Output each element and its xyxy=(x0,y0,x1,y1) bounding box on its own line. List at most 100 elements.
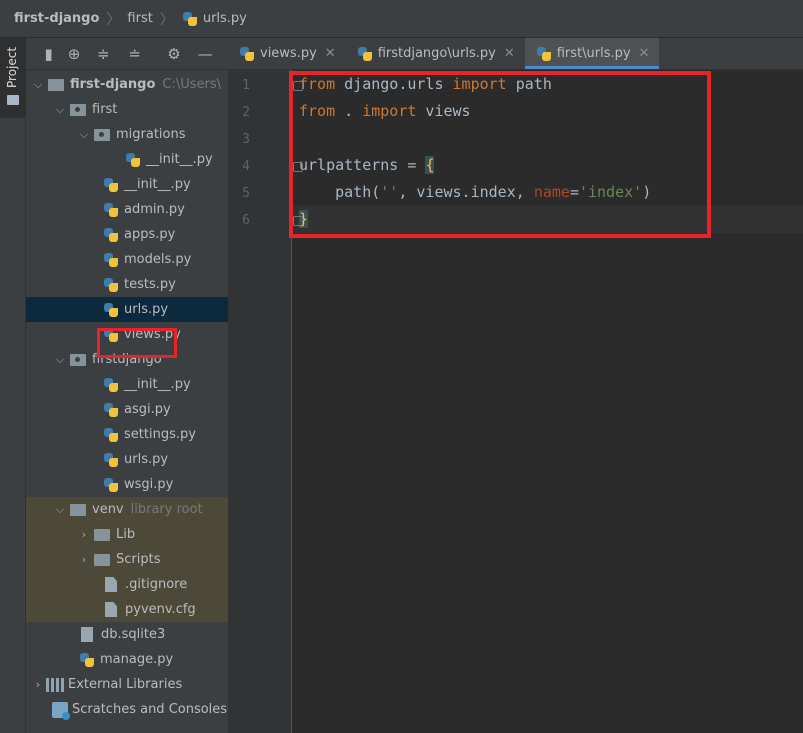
chevron-down-icon[interactable]: ⌵ xyxy=(76,128,92,142)
tree-file[interactable]: db.sqlite3 xyxy=(26,622,228,647)
locate-icon[interactable]: ⊕ xyxy=(65,44,82,64)
tab-firstdjango-urls[interactable]: firstdjango\urls.py ✕ xyxy=(346,38,525,69)
chevron-right-icon[interactable]: › xyxy=(76,553,92,566)
python-file-icon xyxy=(104,377,118,392)
folder-icon xyxy=(7,95,19,105)
tree-file[interactable]: __init__.py xyxy=(26,372,228,397)
breadcrumb-project[interactable]: first-django xyxy=(14,11,99,26)
tree-file[interactable]: urls.py xyxy=(26,447,228,472)
tree-item-label: Lib xyxy=(116,527,136,542)
project-tree: ⌵ first-django C:\Users\ ⌵ first ⌵ migra… xyxy=(26,70,228,722)
close-icon[interactable]: ✕ xyxy=(639,46,650,61)
chevron-right-icon[interactable]: › xyxy=(76,528,92,541)
tree-folder-first[interactable]: ⌵ first xyxy=(26,97,228,122)
line-number: 4 xyxy=(242,159,250,174)
tree-external-libraries[interactable]: › External Libraries xyxy=(26,672,228,697)
tree-file[interactable]: __init__.py xyxy=(26,147,228,172)
tree-folder-scripts[interactable]: › Scripts xyxy=(26,547,228,572)
tree-file[interactable]: pyvenv.cfg xyxy=(26,597,228,622)
chevron-down-icon[interactable]: ⌵ xyxy=(30,78,46,92)
code-editor[interactable]: from django.urls import path from . impo… xyxy=(292,70,803,733)
tree-file[interactable]: settings.py xyxy=(26,422,228,447)
tree-folder-migrations[interactable]: ⌵ migrations xyxy=(26,122,228,147)
expand-all-icon[interactable]: ≑ xyxy=(95,44,112,64)
tree-item-label: admin.py xyxy=(124,202,185,217)
tree-folder-firstdjango[interactable]: ⌵ firstdjango xyxy=(26,347,228,372)
package-folder-icon xyxy=(94,128,110,141)
fold-icon[interactable] xyxy=(293,162,303,172)
tab-first-urls[interactable]: first\urls.py ✕ xyxy=(524,38,660,69)
tree-root-path: C:\Users\ xyxy=(162,77,222,92)
ignore-file-icon xyxy=(105,577,117,592)
breadcrumb-file[interactable]: urls.py xyxy=(203,11,247,26)
code-line-4: urlpatterns = { xyxy=(293,156,435,174)
project-panel: ▮ ⊕ ≑ ≐ ⚙ — ⌵ first-django C:\Users\ ⌵ f… xyxy=(26,38,228,733)
gear-icon[interactable]: ⚙ xyxy=(165,44,182,64)
chevron-right-icon: 〉 xyxy=(106,11,121,28)
line-number: 1 xyxy=(242,78,250,93)
tree-item-label: .gitignore xyxy=(125,577,188,592)
tree-folder-venv[interactable]: ⌵ venv library root xyxy=(26,497,228,522)
breadcrumb-folder[interactable]: first xyxy=(127,11,152,26)
tree-file[interactable]: .gitignore xyxy=(26,572,228,597)
chevron-right-icon: 〉 xyxy=(159,11,174,28)
python-file-icon xyxy=(104,277,118,292)
sidebar-toggle-icon[interactable]: ▮ xyxy=(40,44,57,64)
minimize-icon[interactable]: — xyxy=(197,44,214,64)
tool-window-strip: Project xyxy=(0,38,26,733)
tree-item-label: Scratches and Consoles xyxy=(72,702,228,717)
database-file-icon xyxy=(81,627,93,642)
chevron-down-icon[interactable]: ⌵ xyxy=(52,103,68,117)
python-file-icon xyxy=(104,402,118,417)
tree-item-label: pyvenv.cfg xyxy=(125,602,196,617)
tree-file-selected[interactable]: urls.py xyxy=(26,297,228,322)
python-file-icon xyxy=(104,252,118,267)
tab-label: views.py xyxy=(260,46,317,61)
fold-icon[interactable] xyxy=(293,216,303,226)
project-tool-tab[interactable]: Project xyxy=(0,38,26,118)
config-file-icon xyxy=(105,602,117,617)
library-icon xyxy=(46,677,64,692)
close-icon[interactable]: ✕ xyxy=(504,46,515,61)
tree-item-label: __init__.py xyxy=(124,177,191,192)
line-number-gutter[interactable]: 1 2 3 4 5 6 xyxy=(228,70,292,733)
chevron-down-icon[interactable]: ⌵ xyxy=(52,353,68,367)
tab-label: firstdjango\urls.py xyxy=(377,46,496,61)
scratches-icon xyxy=(52,701,70,720)
close-icon[interactable]: ✕ xyxy=(325,46,336,61)
tree-scratches[interactable]: Scratches and Consoles xyxy=(26,697,228,722)
tree-item-label: apps.py xyxy=(124,227,176,242)
tree-file[interactable]: tests.py xyxy=(26,272,228,297)
tree-root[interactable]: ⌵ first-django C:\Users\ xyxy=(26,72,228,97)
tree-file[interactable]: manage.py xyxy=(26,647,228,672)
tree-file[interactable]: asgi.py xyxy=(26,397,228,422)
chevron-right-icon[interactable]: › xyxy=(30,678,46,691)
tree-file[interactable]: views.py xyxy=(26,322,228,347)
line-number: 3 xyxy=(242,132,250,147)
python-file-icon xyxy=(104,452,118,467)
line-number: 6 xyxy=(242,213,250,228)
tree-item-label: first xyxy=(92,102,118,117)
tab-views[interactable]: views.py ✕ xyxy=(228,38,346,69)
library-root-hint: library root xyxy=(130,502,203,517)
tree-file[interactable]: models.py xyxy=(26,247,228,272)
tree-item-label: tests.py xyxy=(124,277,176,292)
tree-item-label: asgi.py xyxy=(124,402,171,417)
tree-folder-lib[interactable]: › Lib xyxy=(26,522,228,547)
fold-icon[interactable] xyxy=(293,81,303,91)
collapse-all-icon[interactable]: ≐ xyxy=(126,44,143,64)
python-file-icon xyxy=(126,152,140,167)
tree-item-label: views.py xyxy=(124,327,181,342)
tree-item-label: urls.py xyxy=(124,452,169,467)
tree-item-label: External Libraries xyxy=(68,677,183,692)
python-file-icon xyxy=(240,46,254,61)
tree-file[interactable]: __init__.py xyxy=(26,172,228,197)
project-folder-icon xyxy=(48,78,64,91)
python-file-icon xyxy=(104,177,118,192)
folder-icon xyxy=(70,503,86,516)
tree-file[interactable]: apps.py xyxy=(26,222,228,247)
tree-item-label: firstdjango xyxy=(92,352,162,367)
chevron-down-icon[interactable]: ⌵ xyxy=(52,503,68,517)
tree-file[interactable]: admin.py xyxy=(26,197,228,222)
tree-file[interactable]: wsgi.py xyxy=(26,472,228,497)
